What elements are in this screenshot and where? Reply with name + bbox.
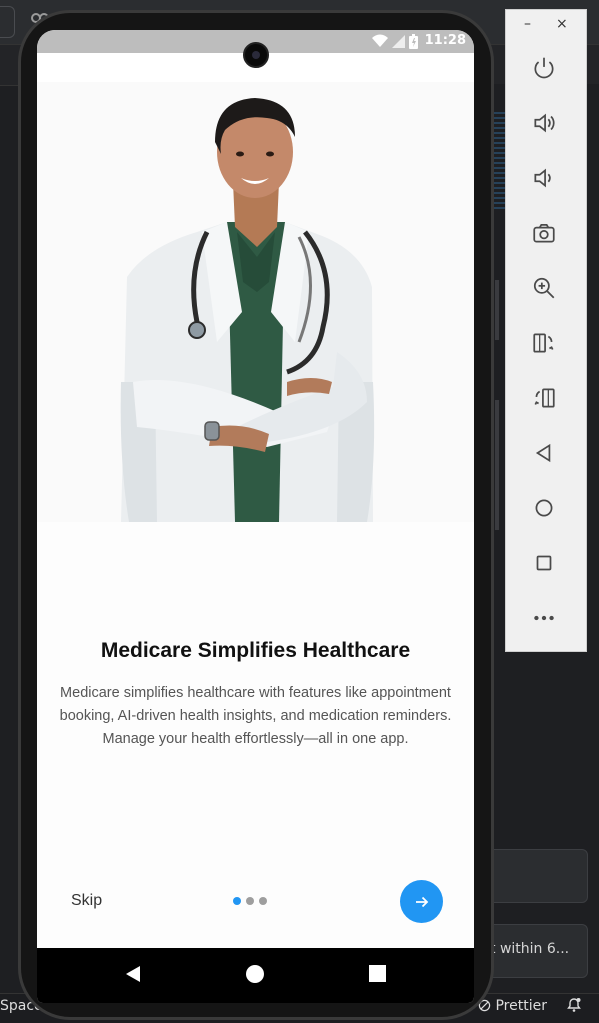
zoom-in-icon[interactable]	[524, 268, 564, 308]
battery-icon	[409, 34, 418, 49]
volume-down-icon[interactable]	[524, 158, 564, 198]
page-dot[interactable]	[259, 897, 267, 905]
volume-up-icon[interactable]	[524, 103, 564, 143]
overview-icon[interactable]	[524, 543, 564, 583]
power-icon[interactable]	[524, 48, 564, 88]
next-button[interactable]	[400, 880, 443, 923]
ide-notification-card[interactable]	[484, 849, 588, 903]
camera-icon[interactable]	[524, 213, 564, 253]
status-time: 11:28	[424, 33, 466, 48]
rotate-left-icon[interactable]	[524, 323, 564, 363]
skip-button[interactable]: Skip	[71, 892, 102, 910]
back-icon[interactable]	[524, 433, 564, 473]
wifi-icon	[372, 34, 388, 47]
ide-notification-text: t within 6...	[490, 941, 570, 957]
bell-icon[interactable]	[566, 997, 582, 1017]
front-camera	[243, 42, 269, 68]
phone-screen: 11:28 Medicare Simplifies Healthcare Med…	[37, 30, 474, 1003]
nav-overview-icon[interactable]	[369, 965, 386, 982]
cellular-icon	[392, 35, 405, 48]
arrow-right-icon	[415, 896, 428, 907]
emulator-toolbar: – ×	[505, 9, 587, 652]
android-nav-bar	[37, 948, 474, 1003]
nav-home-icon[interactable]	[245, 964, 265, 984]
status-prettier[interactable]: Prettier	[478, 998, 547, 1014]
ide-scrollbar[interactable]	[495, 400, 499, 530]
nav-back-icon[interactable]	[124, 964, 142, 984]
doctor-illustration	[120, 98, 375, 522]
page-dot[interactable]	[246, 897, 254, 905]
status-prettier-label: Prettier	[495, 998, 547, 1014]
more-icon[interactable]	[524, 598, 564, 638]
page-dot-active[interactable]	[233, 897, 241, 905]
ide-tab[interactable]	[0, 6, 15, 38]
onboarding-description: Medicare simplifies healthcare with feat…	[59, 685, 452, 747]
onboarding-title: Medicare Simplifies Healthcare	[100, 639, 411, 662]
minimize-button[interactable]: –	[524, 16, 531, 32]
home-icon[interactable]	[524, 488, 564, 528]
ide-scrollbar[interactable]	[495, 280, 499, 340]
close-button[interactable]: ×	[556, 16, 568, 32]
page-indicator	[233, 897, 267, 905]
rotate-right-icon[interactable]	[524, 378, 564, 418]
onboarding-illustration	[37, 82, 474, 522]
